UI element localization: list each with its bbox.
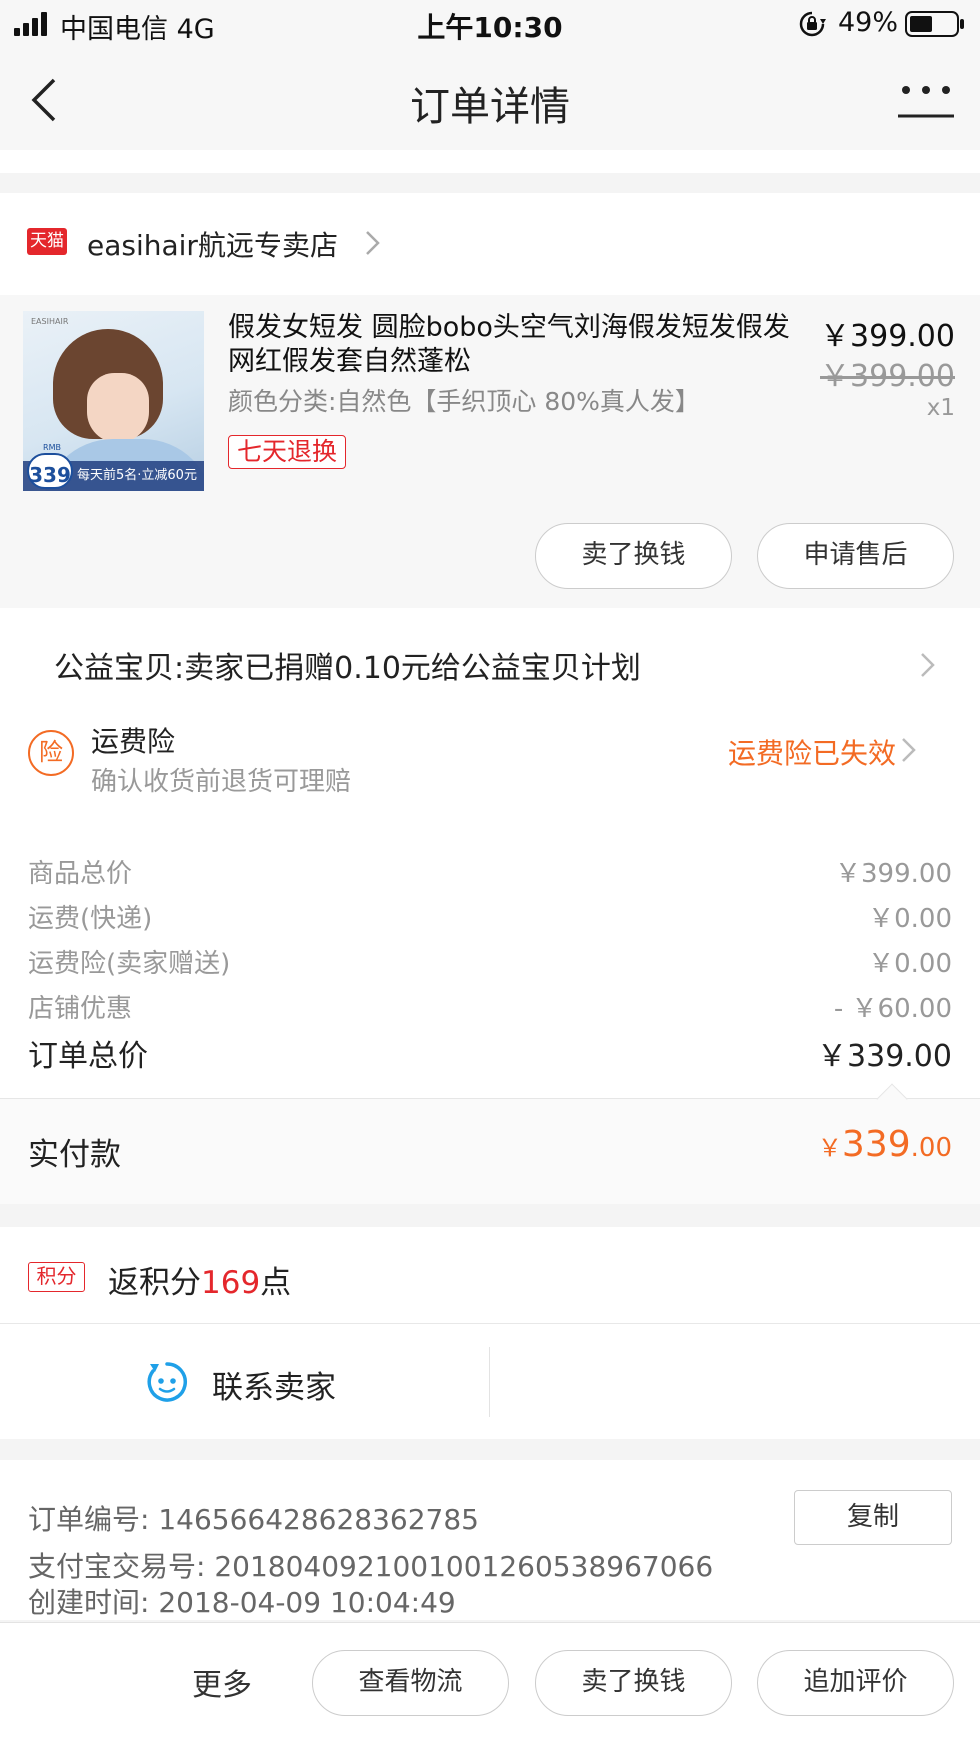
charity-text: 公益宝贝:卖家已捐赠0.10元给公益宝贝计划: [54, 651, 641, 686]
divider: [0, 1098, 980, 1099]
cost-label: 商品总价: [28, 859, 133, 889]
chevron-right-icon: [921, 653, 935, 677]
cost-label: 运费(快递): [28, 904, 153, 934]
thumb-brand: EASIHAIR: [31, 317, 69, 326]
order-number: 订单编号: 146566428628362785: [28, 1503, 479, 1536]
shop-name[interactable]: easihair航远专卖店: [87, 224, 338, 264]
thumb-face-shape: [87, 373, 149, 443]
nav-bar: 订单详情: [0, 50, 980, 150]
more-button[interactable]: 更多: [192, 1660, 252, 1704]
insurance-status[interactable]: 运费险已失效: [728, 732, 896, 772]
paid-currency: ￥: [817, 1134, 842, 1162]
created-time: 创建时间: 2018-04-09 10:04:49: [28, 1586, 456, 1619]
return-policy-tag: 七天退换: [228, 435, 347, 469]
item-original-price: ￥399.00: [820, 359, 955, 394]
order-info: 订单编号: 146566428628362785 支付宝交易号: 2018040…: [0, 1460, 980, 1620]
item-quantity: x1: [926, 395, 955, 421]
points-text: 返积分169点: [108, 1257, 291, 1302]
battery-icon: [905, 11, 964, 37]
alipay-trade-number: 支付宝交易号: 2018040921001001260538967066: [28, 1550, 714, 1583]
points-row: 积分 返积分169点: [0, 1227, 980, 1323]
item-title[interactable]: 假发女短发 圆脸bobo头空气刘海假发短发假发网红假发套自然蓬松: [228, 311, 803, 379]
thumb-price-badge: RMB 339: [27, 443, 73, 489]
clock: 上午10:30: [417, 11, 563, 44]
cost-value: ￥399.00: [835, 859, 952, 889]
tmall-logo: 天猫: [27, 228, 67, 255]
shop-header[interactable]: 天猫 easihair航远专卖店: [0, 193, 980, 295]
more-icon[interactable]: [896, 78, 956, 128]
paid-label: 实付款: [28, 1137, 121, 1173]
cost-label: 店铺优惠: [28, 994, 133, 1024]
thumb-badge-currency: RMB: [43, 443, 61, 452]
divider: [489, 1347, 490, 1417]
status-bar: 中国电信 4G 上午10:30 49%: [0, 0, 980, 50]
after-sale-button[interactable]: 申请售后: [757, 523, 954, 589]
chevron-right-icon: [902, 738, 916, 762]
chat-smile-icon[interactable]: [145, 1360, 189, 1404]
chevron-right-icon: [366, 231, 380, 255]
points-suffix: 点: [260, 1265, 292, 1301]
contact-seller-button[interactable]: 联系卖家: [212, 1362, 336, 1407]
cost-value: ￥0.00: [868, 904, 952, 934]
rotation-lock-icon: [799, 11, 826, 37]
paid-decimal: .00: [910, 1133, 952, 1163]
insurance-title: 运费险: [91, 725, 176, 758]
page-title: 订单详情: [410, 84, 570, 130]
item-price: ￥399.00: [820, 319, 955, 354]
copy-button[interactable]: 复制: [794, 1490, 952, 1545]
battery-percent: 49%: [838, 7, 899, 38]
paid-amount: ￥339.00: [818, 1124, 952, 1165]
contact-row: 联系卖家: [0, 1324, 980, 1439]
cost-value: ￥0.00: [868, 949, 952, 979]
order-total-value: ￥339.00: [817, 1039, 952, 1074]
cost-value: - ￥60.00: [833, 994, 952, 1024]
shipping-insurance-row[interactable]: 险 运费险 确认收货前退货可理赔 运费险已失效: [0, 718, 980, 813]
insurance-subtitle: 确认收货前退货可理赔: [91, 767, 352, 797]
cost-label: 运费险(卖家赠送): [28, 949, 231, 979]
product-thumbnail[interactable]: EASIHAIR 每天前5名·立减60元 RMB 339: [23, 311, 204, 491]
points-badge: 积分: [28, 1262, 85, 1292]
item-sku: 颜色分类:自然色【手织顶心 80%真人发】: [228, 387, 700, 416]
order-total-label: 订单总价: [28, 1039, 148, 1074]
points-number: 169: [201, 1265, 261, 1301]
resell-button[interactable]: 卖了换钱: [535, 523, 732, 589]
resell-button[interactable]: 卖了换钱: [535, 1650, 732, 1716]
paid-integer: 339: [841, 1124, 911, 1165]
top-spacer: [0, 150, 980, 173]
cost-summary: 商品总价 ￥399.00 运费(快递) ￥0.00 运费险(卖家赠送) ￥0.0…: [0, 813, 980, 1098]
view-logistics-button[interactable]: 查看物流: [312, 1650, 509, 1716]
points-prefix: 返积分: [108, 1265, 201, 1301]
thumb-badge-price: 339: [29, 463, 71, 487]
paid-row: 实付款 ￥339.00: [0, 1098, 980, 1204]
order-item[interactable]: EASIHAIR 每天前5名·立减60元 RMB 339 假发女短发 圆脸bob…: [0, 295, 980, 608]
bottom-action-bar: 更多 查看物流 卖了换钱 追加评价: [0, 1622, 980, 1743]
add-review-button[interactable]: 追加评价: [757, 1650, 954, 1716]
charity-row[interactable]: 公益宝贝:卖家已捐赠0.10元给公益宝贝计划: [0, 608, 980, 718]
insurance-icon: 险: [28, 730, 74, 776]
